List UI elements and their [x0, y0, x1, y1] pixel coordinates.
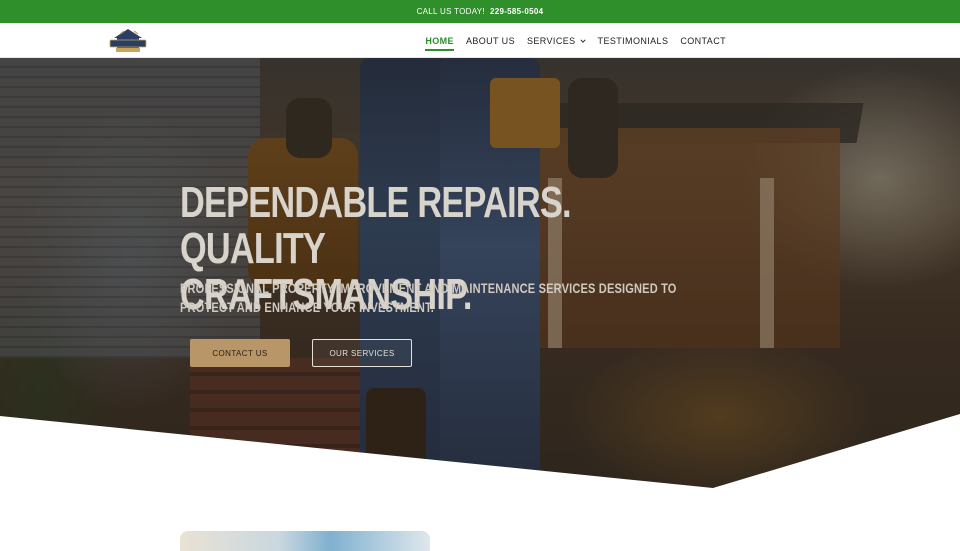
nav-contact[interactable]: CONTACT [680, 23, 726, 58]
nav-home[interactable]: HOME [425, 23, 454, 58]
nav-testimonials[interactable]: TESTIMONIALS [598, 23, 669, 58]
top-announcement-bar: CALL US TODAY! 229-585-0504 [0, 0, 960, 23]
hero-subtitle: Professional property improvement and ma… [180, 280, 677, 315]
primary-nav: HOME ABOUT US SERVICES TESTIMONIALS CONT… [425, 23, 726, 58]
our-services-button[interactable]: OUR SERVICES [312, 339, 412, 367]
phone-link[interactable]: 229-585-0504 [490, 7, 543, 16]
nav-about-label: ABOUT US [465, 35, 515, 46]
call-label: CALL US TODAY! [416, 7, 485, 16]
nav-services-label: SERVICES [526, 35, 576, 46]
nav-home-label: HOME [425, 35, 454, 46]
contact-us-button[interactable]: CONTACT US [190, 339, 290, 367]
logo-badge-icon [109, 29, 147, 52]
main-header: HOME ABOUT US SERVICES TESTIMONIALS CONT… [0, 23, 960, 58]
nav-about-us[interactable]: ABOUT US [466, 23, 515, 58]
hero-angled-divider [0, 414, 960, 500]
nav-testimonials-label: TESTIMONIALS [597, 35, 669, 46]
services-image-card [180, 531, 430, 551]
chevron-down-icon [580, 38, 586, 43]
nav-contact-label: CONTACT [680, 35, 726, 46]
site-logo[interactable] [108, 26, 148, 56]
nav-services[interactable]: SERVICES [527, 23, 586, 58]
